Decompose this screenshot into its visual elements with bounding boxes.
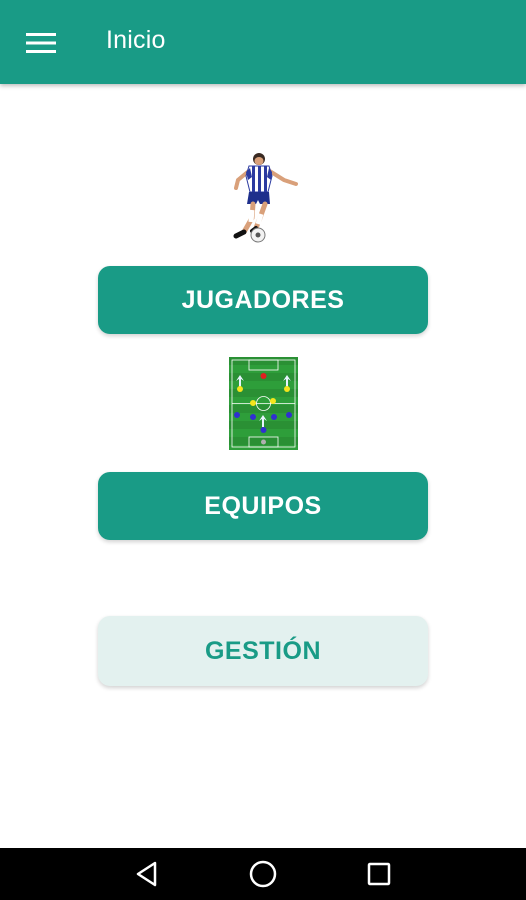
page-title: Inicio [106,26,166,54]
back-triangle-icon [136,861,157,887]
management-button[interactable]: GESTIÓN [98,616,428,686]
players-button[interactable]: JUGADORES [98,266,428,334]
app-bar: Inicio [0,0,526,84]
back-button[interactable] [131,858,163,890]
recents-button[interactable] [363,858,395,890]
soccer-field-formation-illustration [229,357,298,450]
soccer-player-illustration [233,153,298,243]
menu-button[interactable] [14,22,68,64]
hamburger-menu-icon [26,33,56,53]
home-circle-icon [249,860,277,888]
teams-button[interactable]: EQUIPOS [98,472,428,540]
system-navigation-bar [0,848,526,900]
recents-square-icon [367,862,391,886]
home-button[interactable] [247,858,279,890]
